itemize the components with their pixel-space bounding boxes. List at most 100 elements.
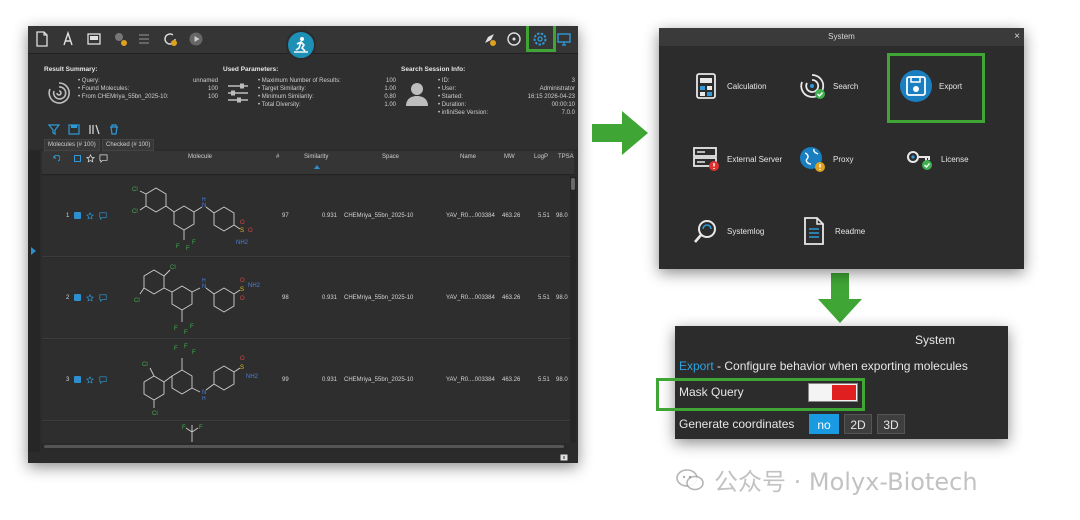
vertical-scrollbar[interactable] bbox=[570, 176, 576, 443]
system-item-search[interactable]: Search bbox=[797, 66, 858, 106]
table-row-partial[interactable]: F F bbox=[42, 422, 570, 443]
atom-label: H bbox=[202, 197, 206, 203]
monitor-icon[interactable] bbox=[556, 31, 572, 47]
system-item-label: Search bbox=[833, 81, 859, 91]
table-row[interactable]: 2 Cl Cl N H S O O NH2 F F F 98 0.931 CHE… bbox=[42, 258, 570, 339]
library-icon[interactable] bbox=[88, 124, 100, 135]
horizontal-scrollbar[interactable] bbox=[42, 443, 570, 450]
cell-tpsa: 98.0 bbox=[556, 295, 568, 301]
key-icon bbox=[905, 144, 935, 174]
molecule-structure-1: Cl Cl N H S O O NH2 F F F bbox=[132, 187, 253, 252]
atom-label: N bbox=[202, 284, 206, 290]
coordinates-option-2d[interactable]: 2D bbox=[844, 414, 872, 434]
col-molecule[interactable]: Molecule bbox=[188, 154, 212, 160]
help-icon[interactable] bbox=[506, 31, 522, 47]
col-logp[interactable]: LogP bbox=[534, 154, 548, 160]
tab-checked[interactable]: Checked (# 100) bbox=[102, 139, 155, 151]
search-swirl-icon bbox=[797, 71, 827, 101]
scrollbar-thumb[interactable] bbox=[44, 445, 564, 448]
atom-label: F bbox=[184, 330, 188, 336]
export-highlight-box bbox=[887, 53, 985, 123]
save-icon[interactable] bbox=[68, 124, 80, 135]
sync-icon[interactable] bbox=[162, 31, 178, 47]
table-row[interactable]: 3 Cl Cl N H S O NH2 F F F 99 0.931 CHEMr… bbox=[42, 340, 570, 421]
session-row: Duration: bbox=[438, 102, 466, 108]
new-file-icon[interactable] bbox=[34, 31, 50, 47]
cell-index: 98 bbox=[282, 295, 289, 301]
cell-tpsa: 98.0 bbox=[556, 213, 568, 219]
tab-molecules[interactable]: Molecules (# 100) bbox=[44, 139, 100, 151]
system-item-label: Readme bbox=[835, 226, 866, 236]
side-collapse-strip[interactable] bbox=[28, 151, 40, 463]
scrollbar-thumb[interactable] bbox=[571, 178, 575, 190]
coordinates-option-no[interactable]: no bbox=[809, 414, 839, 434]
atom-label: F bbox=[190, 324, 194, 330]
atom-label: Cl bbox=[134, 298, 140, 304]
star-icon[interactable] bbox=[86, 154, 95, 163]
star-icon[interactable] bbox=[86, 294, 94, 302]
comment-icon[interactable] bbox=[99, 376, 107, 384]
calculator-icon bbox=[691, 71, 721, 101]
atom-label: N bbox=[202, 203, 206, 209]
atom-label: O bbox=[240, 278, 245, 284]
row-checkbox[interactable] bbox=[74, 294, 81, 301]
system-item-license[interactable]: License bbox=[905, 139, 969, 179]
col-similarity[interactable]: Similarity bbox=[304, 154, 328, 160]
export-link[interactable]: Export bbox=[679, 359, 714, 373]
col-space[interactable]: Space bbox=[382, 154, 399, 160]
cell-space: CHEMriya_55bn_2025-10 bbox=[344, 295, 414, 301]
text-tool-icon[interactable] bbox=[60, 31, 76, 47]
rocket-icon[interactable] bbox=[481, 31, 497, 47]
session-row: infiniSee Version: bbox=[438, 110, 488, 116]
atom-label: F bbox=[174, 326, 178, 332]
cell-index: 97 bbox=[282, 213, 289, 219]
notification-icon[interactable] bbox=[560, 454, 568, 461]
wechat-icon bbox=[676, 468, 704, 490]
col-mw[interactable]: MW bbox=[504, 154, 515, 160]
cell-index: 99 bbox=[282, 377, 289, 383]
row-checkbox[interactable] bbox=[74, 376, 81, 383]
param-row: Total Diversity: bbox=[258, 102, 301, 108]
play-icon[interactable] bbox=[188, 31, 204, 47]
system-item-systemlog[interactable]: Systemlog bbox=[691, 211, 764, 251]
filter-icon[interactable] bbox=[48, 124, 60, 135]
atom-label: S bbox=[240, 365, 244, 371]
system-item-proxy[interactable]: Proxy bbox=[797, 139, 853, 179]
coordinates-option-3d[interactable]: 3D bbox=[877, 414, 905, 434]
trash-icon[interactable] bbox=[108, 124, 120, 135]
user-warning-icon[interactable] bbox=[112, 31, 128, 47]
col-name[interactable]: Name bbox=[460, 154, 476, 160]
cell-tpsa: 98.0 bbox=[556, 377, 568, 383]
star-icon[interactable] bbox=[86, 376, 94, 384]
col-index[interactable]: # bbox=[276, 154, 279, 160]
window-icon[interactable] bbox=[86, 31, 102, 47]
comment-icon[interactable] bbox=[99, 212, 107, 220]
cell-similarity: 0.931 bbox=[322, 377, 338, 383]
atom-label: F bbox=[186, 246, 190, 252]
expand-arrow-icon[interactable] bbox=[31, 247, 36, 255]
param-row: Minimum Similarity: bbox=[258, 94, 314, 100]
star-icon[interactable] bbox=[86, 212, 94, 220]
comment-icon[interactable] bbox=[99, 294, 107, 302]
system-item-label: External Server bbox=[727, 154, 783, 164]
undo-icon[interactable] bbox=[52, 155, 60, 163]
cell-mw: 463.26 bbox=[502, 377, 521, 383]
server-icon bbox=[691, 144, 721, 174]
table-row[interactable]: 1 Cl Cl N H S O O NH2 F F F 97 0.931 CHE… bbox=[42, 176, 570, 257]
cell-name: YAV_R0....003384 bbox=[446, 377, 495, 383]
close-icon[interactable]: × bbox=[1014, 30, 1020, 44]
select-all-checkbox[interactable] bbox=[74, 155, 81, 162]
list-icon[interactable] bbox=[136, 31, 152, 47]
row-checkbox[interactable] bbox=[74, 212, 81, 219]
col-tpsa[interactable]: TPSA bbox=[558, 154, 574, 160]
cell-mw: 463.26 bbox=[502, 213, 521, 219]
system-item-calculation[interactable]: Calculation bbox=[691, 66, 767, 106]
globe-icon bbox=[797, 144, 827, 174]
system-item-readme[interactable]: Readme bbox=[799, 211, 865, 251]
atom-label: NH2 bbox=[248, 283, 261, 289]
atom-label: F bbox=[184, 344, 188, 350]
system-item-external-server[interactable]: External Server bbox=[691, 139, 782, 179]
app-logo-icon bbox=[286, 30, 316, 60]
comment-icon[interactable] bbox=[99, 154, 108, 163]
used-parameters-heading: Used Parameters: bbox=[223, 66, 279, 73]
